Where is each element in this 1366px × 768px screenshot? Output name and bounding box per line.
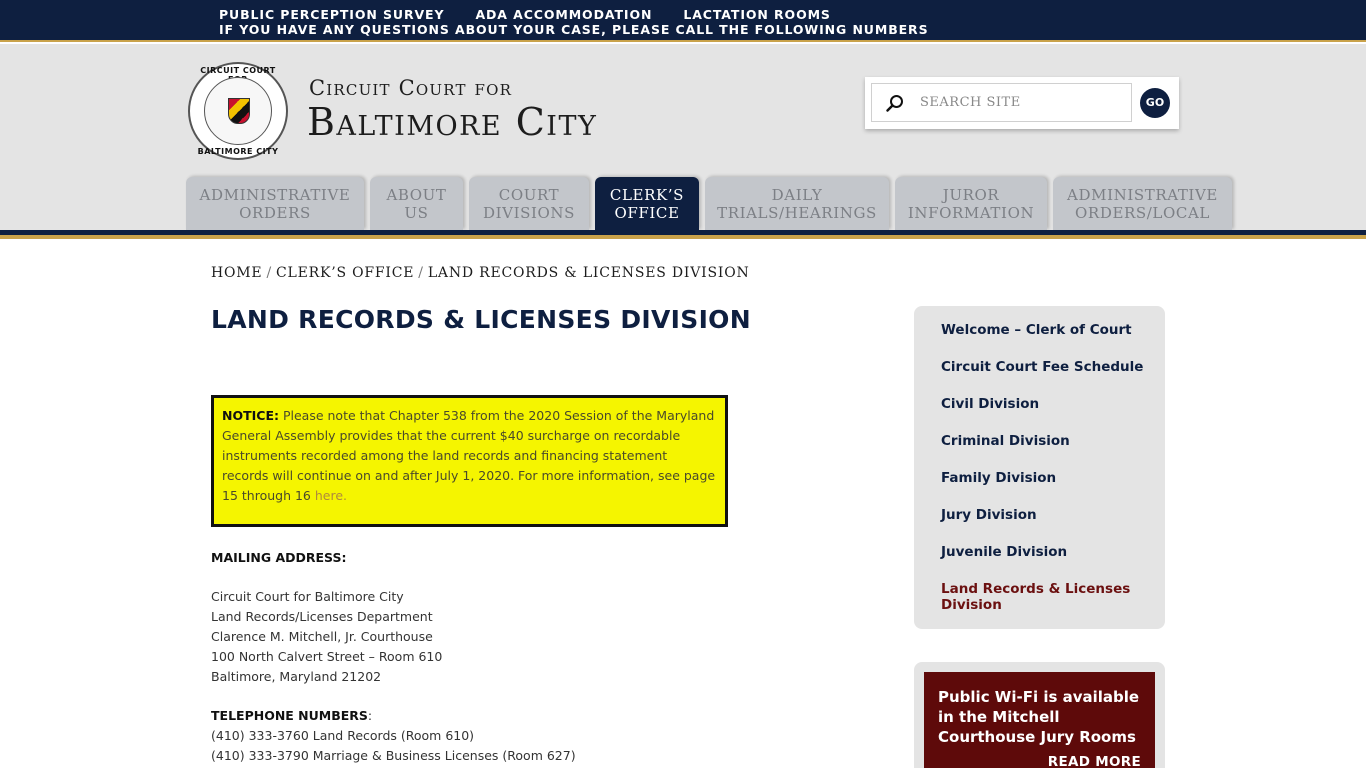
tab-label: COURT DIVISIONS (483, 186, 575, 222)
tab-label-line1: JUROR (942, 185, 1000, 204)
breadcrumb: HOME / CLERK’S OFFICE / LAND RECORDS & LICEN… (211, 265, 750, 281)
address-line: Circuit Court for Baltimore City (211, 589, 404, 604)
tab-label-line1: COURT (498, 185, 560, 204)
address-line: Land Records/Licenses Department (211, 609, 433, 624)
tab-about-us[interactable]: ABOUT US (370, 177, 463, 230)
tab-label: ADMINISTRATIVE ORDERS/LOCAL (1067, 186, 1218, 222)
notice-label: NOTICE: (222, 408, 279, 423)
tab-label-line2: ORDERS (239, 203, 311, 222)
utility-links: PUBLIC PERCEPTION SURVEY ADA ACCOMMODATI… (219, 7, 862, 22)
tab-label: CLERK’S OFFICE (610, 186, 684, 222)
public-perception-survey-link[interactable]: PUBLIC PERCEPTION SURVEY (219, 7, 444, 22)
sidebar-item-welcome[interactable]: Welcome – Clerk of Court (941, 322, 1151, 338)
tab-administrative-orders[interactable]: ADMINISTRATIVE ORDERS (186, 177, 364, 230)
ada-accommodation-link[interactable]: ADA ACCOMMODATION (475, 7, 652, 22)
wifi-promo-text: Public Wi-Fi is available in the Mitchel… (938, 688, 1140, 746)
tab-label-line1: DAILY (771, 185, 823, 204)
breadcrumb-separator: / (418, 265, 424, 281)
sidebar-item-family[interactable]: Family Division (941, 470, 1151, 486)
tab-label-line2: TRIALS/HEARINGS (717, 203, 877, 222)
search-box: GO (865, 77, 1179, 129)
tab-label: ADMINISTRATIVE ORDERS (200, 186, 351, 222)
case-questions-notice[interactable]: IF YOU HAVE ANY QUESTIONS ABOUT YOUR CAS… (219, 22, 928, 37)
sidebar-item-criminal[interactable]: Criminal Division (941, 433, 1151, 449)
breadcrumb-clerks-office[interactable]: CLERK’S OFFICE (276, 265, 414, 281)
site-title-small[interactable]: Circuit Court for (309, 76, 512, 100)
tab-label: DAILY TRIALS/HEARINGS (717, 186, 877, 222)
telephone-label: TELEPHONE NUMBERS (211, 708, 368, 723)
nav-divider-accent (0, 235, 1366, 236)
mailing-address-label: MAILING ADDRESS: (211, 550, 347, 565)
breadcrumb-current: LAND RECORDS & LICENSES DIVISION (427, 265, 750, 281)
search-icon (886, 95, 903, 112)
surcharge-notice-box: NOTICE: Please note that Chapter 538 fro… (211, 395, 728, 527)
tab-label-line1: ADMINISTRATIVE (199, 185, 351, 204)
tab-label: ABOUT US (386, 186, 446, 222)
sidebar-item-civil[interactable]: Civil Division (941, 396, 1151, 412)
wifi-promo-card[interactable]: Public Wi-Fi is available in the Mitchel… (924, 672, 1155, 768)
tab-daily-trials-hearings[interactable]: DAILY TRIALS/HEARINGS (705, 177, 889, 230)
search-go-button[interactable]: GO (1140, 88, 1170, 118)
read-more-link[interactable]: READ MORE (1048, 754, 1141, 768)
tab-clerks-office[interactable]: CLERK’S OFFICE (595, 177, 699, 230)
address-line: Baltimore, Maryland 21202 (211, 669, 382, 684)
tab-label-line2: INFORMATION (907, 203, 1035, 222)
address-line: 100 North Calvert Street – Room 610 (211, 649, 443, 664)
tab-label: JUROR INFORMATION (908, 186, 1034, 222)
seal-bottom-text: BALTIMORE CITY (197, 147, 279, 156)
tab-label-line1: ADMINISTRATIVE (1067, 185, 1218, 204)
tab-administrative-orders-local[interactable]: ADMINISTRATIVE ORDERS/LOCAL (1053, 177, 1232, 230)
top-utility-bar: PUBLIC PERCEPTION SURVEY ADA ACCOMMODATI… (0, 0, 1366, 42)
phone-line: (410) 333-3760 Land Records (Room 610) (211, 728, 475, 743)
address-line: Clarence M. Mitchell, Jr. Courthouse (211, 629, 433, 644)
tab-court-divisions[interactable]: COURT DIVISIONS (469, 177, 589, 230)
sidebar-item-juvenile[interactable]: Juvenile Division (941, 544, 1151, 560)
search-field (871, 83, 1132, 122)
wifi-promo-panel: Public Wi-Fi is available in the Mitchel… (914, 662, 1165, 768)
court-seal-logo[interactable]: CIRCUIT COURT FOR BALTIMORE CITY (188, 62, 288, 160)
tab-label-line2: US (404, 203, 429, 222)
tab-label-line2: DIVISIONS (483, 203, 576, 222)
search-input[interactable] (920, 84, 1125, 121)
seal-inner-ring (204, 77, 272, 145)
sidebar-item-fee-schedule[interactable]: Circuit Court Fee Schedule (941, 359, 1151, 375)
sidebar-item-jury[interactable]: Jury Division (941, 507, 1151, 523)
lactation-rooms-link[interactable]: LACTATION ROOMS (683, 7, 831, 22)
phone-line: (410) 333-3790 Marriage & Business Licen… (211, 748, 576, 763)
page-title: LAND RECORDS & LICENSES DIVISION (211, 305, 751, 334)
tab-label-line2: ORDERS/LOCAL (1075, 203, 1210, 222)
telephone-label-colon: : (367, 708, 373, 723)
maryland-shield-icon (228, 98, 250, 124)
notice-here-link[interactable]: here. (315, 488, 347, 503)
clerk-sidebar-nav: Welcome – Clerk of Court Circuit Court F… (914, 306, 1165, 629)
breadcrumb-separator: / (266, 265, 272, 281)
contact-content: MAILING ADDRESS: Circuit Court for Balti… (211, 548, 576, 766)
tab-label-line2: OFFICE (614, 203, 680, 222)
breadcrumb-home[interactable]: HOME (211, 265, 262, 281)
site-title-big[interactable]: Baltimore City (307, 100, 597, 144)
tab-label-line1: ABOUT (386, 185, 447, 204)
tab-label-line1: CLERK’S (609, 185, 685, 204)
notice-text: Please note that Chapter 538 from the 20… (222, 408, 716, 503)
main-nav: ADMINISTRATIVE ORDERS ABOUT US COURT DIVISI… (186, 177, 1238, 230)
tab-juror-information[interactable]: JUROR INFORMATION (895, 177, 1047, 230)
sidebar-item-land-records[interactable]: Land Records & Licenses Division (941, 581, 1151, 613)
